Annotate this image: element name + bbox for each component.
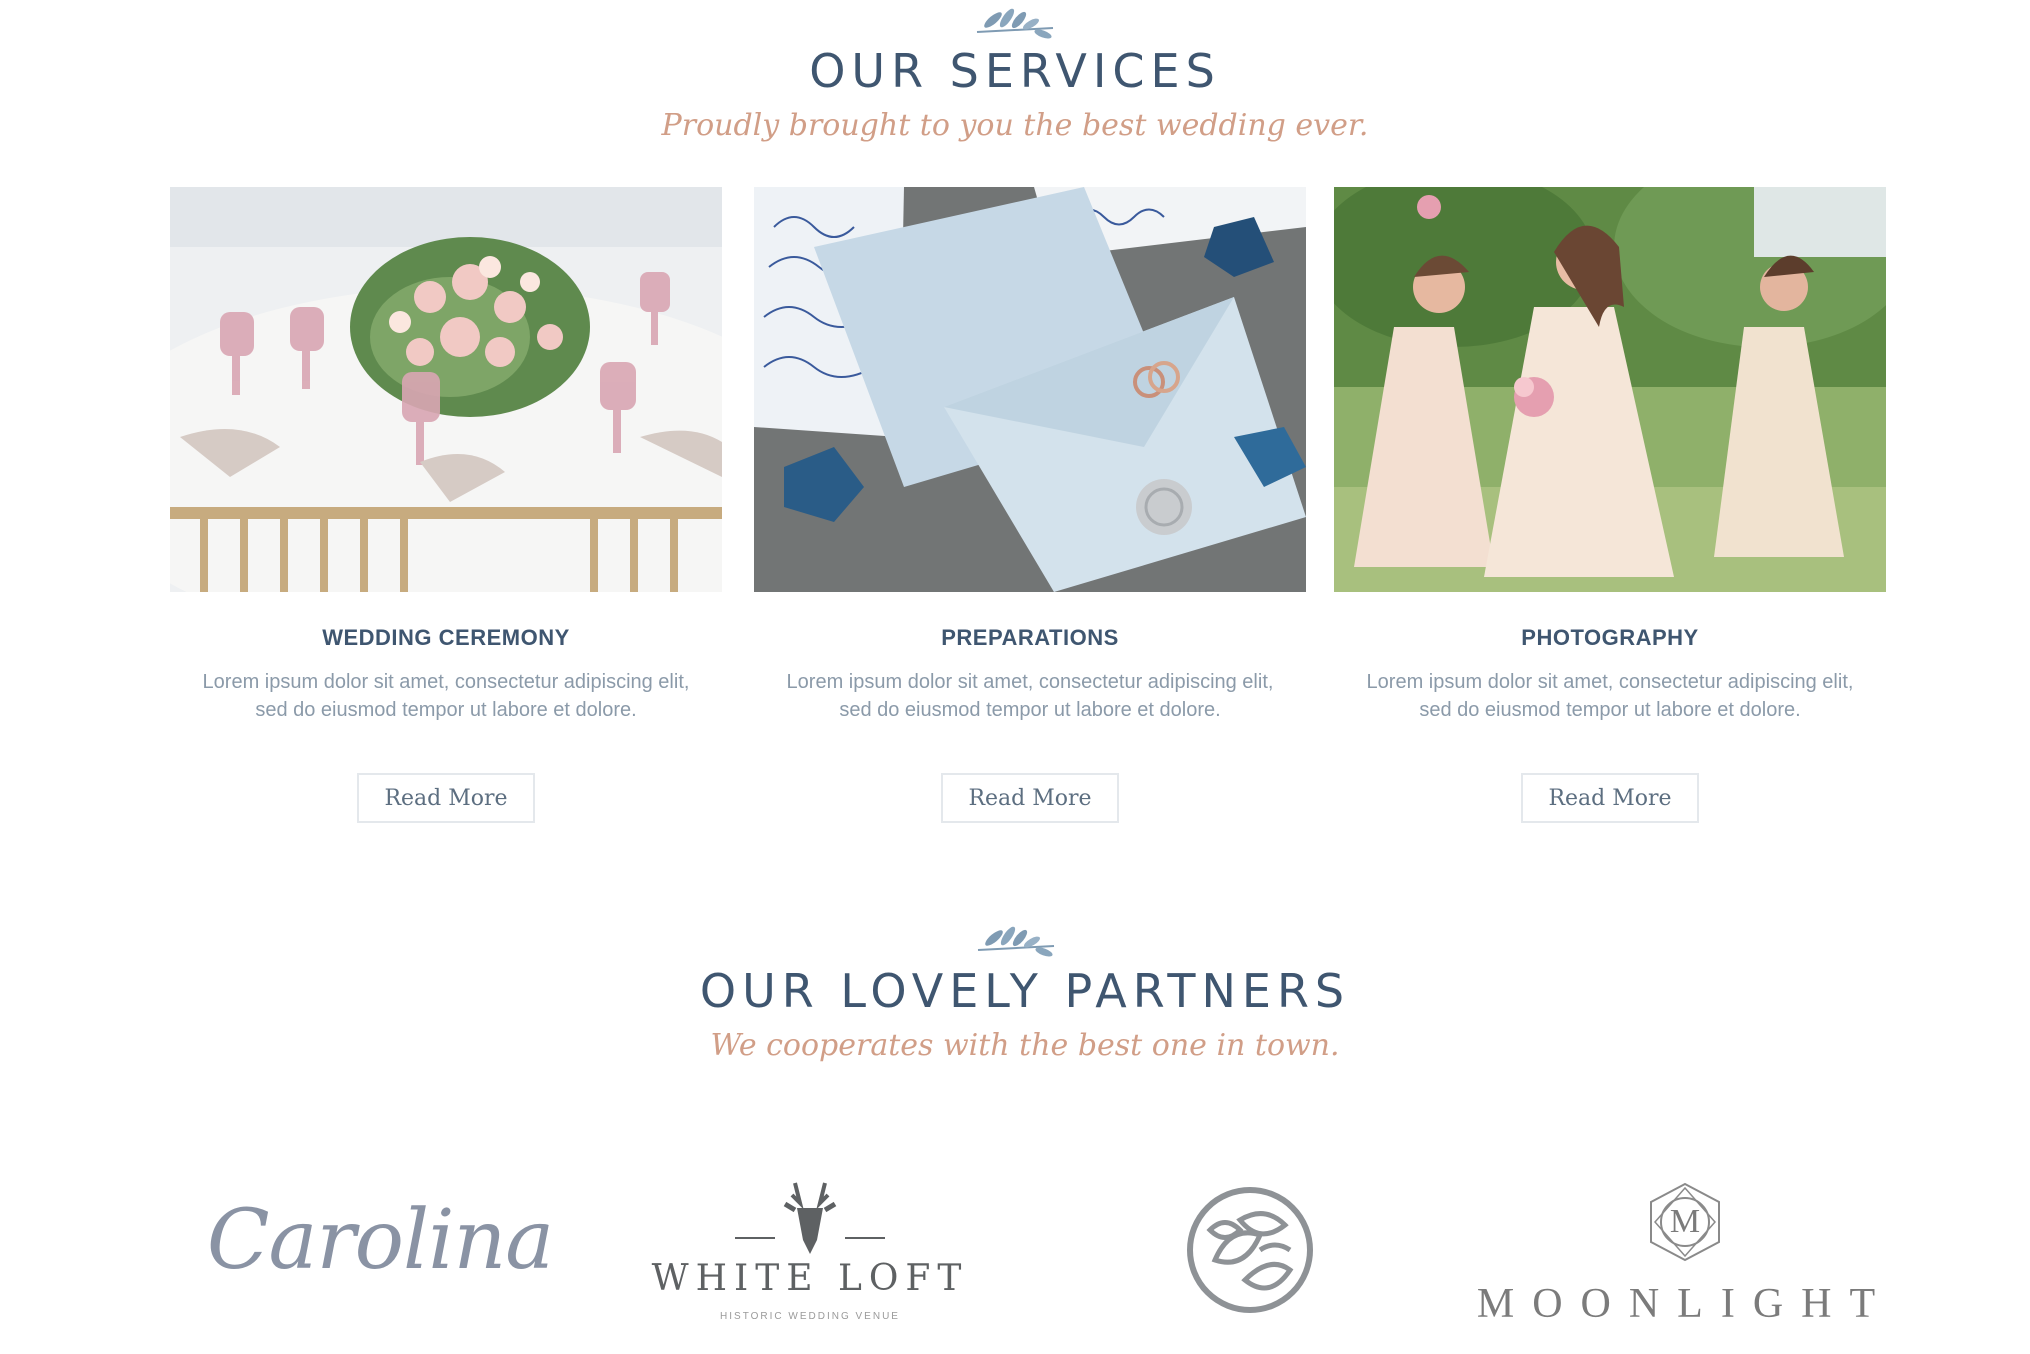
partners-title: OUR LOVELY PARTNERS xyxy=(699,964,1351,1018)
partner-logo-carolina[interactable]: Carolina xyxy=(200,1180,560,1300)
leaf-branch-icon xyxy=(976,8,1054,39)
carolina-wordmark: Carolina xyxy=(206,1192,554,1288)
service-description: Lorem ipsum dolor sit amet, consectetur … xyxy=(786,671,1274,721)
photography-image xyxy=(1334,187,1886,592)
service-card-wedding-ceremony: WEDDING CEREMONY Lorem ipsum dolor sit a… xyxy=(170,187,722,823)
partners-leaf-ornament xyxy=(0,920,2030,960)
leaf-circle-icon xyxy=(1187,1187,1313,1313)
monogram-letter: M xyxy=(1669,1203,1701,1240)
partner-logo-white-loft[interactable]: WHITE LOFT HISTORIC WEDDING VENUE xyxy=(650,1170,970,1330)
service-description: Lorem ipsum dolor sit amet, consectetur … xyxy=(1366,671,1854,721)
service-title: PREPARATIONS xyxy=(941,625,1119,650)
service-card-preparations: PREPARATIONS Lorem ipsum dolor sit amet,… xyxy=(754,187,1306,823)
leaf-branch-icon xyxy=(977,926,1055,957)
moonlight-wordmark: MOONLIGHT xyxy=(1476,1281,1894,1327)
service-title: PHOTOGRAPHY xyxy=(1521,625,1699,650)
deer-head-icon xyxy=(735,1182,885,1254)
services-subtitle: Proudly brought to you the best wedding … xyxy=(661,108,1369,143)
service-card-photography: PHOTOGRAPHY Lorem ipsum dolor sit amet, … xyxy=(1334,187,1886,823)
services-title: OUR SERVICES xyxy=(809,44,1221,98)
partner-logo-moonlight[interactable]: M MOONLIGHT xyxy=(1470,1170,1900,1340)
service-title: WEDDING CEREMONY xyxy=(322,625,570,650)
read-more-button[interactable]: Read More xyxy=(357,773,535,823)
services-leaf-ornament xyxy=(0,2,2030,42)
moonlight-monogram: M xyxy=(1645,1182,1725,1262)
white-loft-wordmark: WHITE LOFT xyxy=(651,1258,969,1299)
partner-logo-leaf-circle[interactable] xyxy=(1180,1180,1320,1320)
white-loft-tagline: HISTORIC WEDDING VENUE xyxy=(720,1311,900,1322)
read-more-button[interactable]: Read More xyxy=(941,773,1119,823)
partners-subtitle: We cooperates with the best one in town. xyxy=(710,1028,1340,1063)
preparations-image xyxy=(754,187,1306,592)
wedding-ceremony-image xyxy=(170,187,722,592)
service-description: Lorem ipsum dolor sit amet, consectetur … xyxy=(202,671,690,721)
read-more-button[interactable]: Read More xyxy=(1521,773,1699,823)
